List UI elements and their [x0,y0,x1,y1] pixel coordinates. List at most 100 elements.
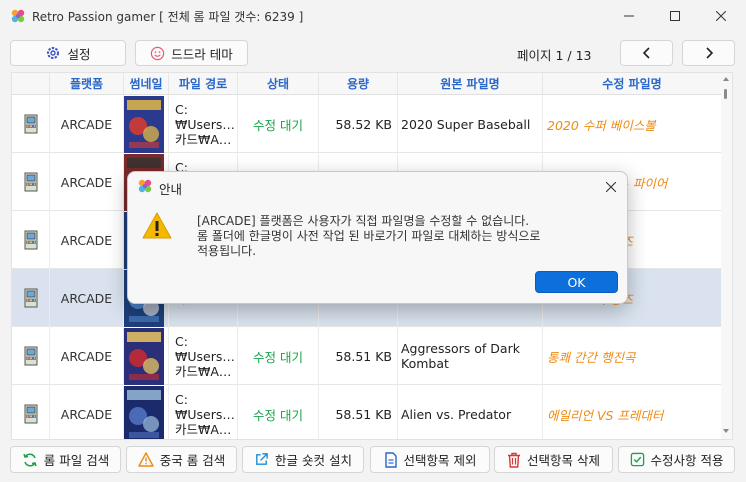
platform-text: ARCADE [60,406,113,422]
original-name-text: Alien vs. Predator [401,406,512,422]
table-cell[interactable]: ARCADE [50,95,124,153]
table-cell[interactable]: ARCADE [50,153,124,211]
chevron-left-icon [642,47,650,59]
theme-button[interactable]: 드드라 테마 [135,40,248,66]
china-rom-search-button[interactable]: 중국 롬 검색 [126,446,237,473]
col-header-modified-name[interactable]: 수정 파일명 [543,73,722,95]
close-icon [716,11,726,21]
table-cell[interactable] [124,95,169,153]
arcade-cabinet-icon [24,404,37,424]
platform-text: ARCADE [60,232,113,248]
delete-selected-button[interactable]: 선택항목 삭제 [494,446,613,473]
arcade-cabinet-icon [24,288,37,308]
table-cell[interactable]: 에일리언 VS 프레대터 [543,385,722,439]
original-name-text: 2020 Super Baseball [401,116,531,132]
rom-thumbnail [124,327,164,385]
table-cell[interactable] [12,327,50,385]
close-button[interactable] [698,0,744,32]
col-header-original-name[interactable]: 원본 파일명 [398,73,543,95]
dialog-message-line: 롬 폴더에 한글명이 사전 작업 된 바로가기 파일로 대체하는 방식으로 [197,229,541,243]
platform-text: ARCADE [60,116,113,132]
warning-icon [142,212,172,239]
path-line: C: [175,101,188,117]
col-header-thumbnail[interactable]: 썸네일 [124,73,169,95]
info-dialog[interactable]: 안내 [ARCADE] 플랫폼은 사용자가 직접 파일명을 수정할 수 없습니다… [127,171,628,304]
path-line: C: [175,391,188,407]
table-cell[interactable] [12,385,50,439]
scroll-up-arrow-icon[interactable] [723,77,729,81]
table-cell[interactable] [12,211,50,269]
maximize-icon [670,11,680,21]
table-cell[interactable]: 통쾌 간간 행진곡 [543,327,722,385]
rom-search-button[interactable]: 롬 파일 검색 [10,446,121,473]
status-text: 수정 대기 [253,349,303,365]
table-cell[interactable]: 58.51 KB [319,327,398,385]
modified-name-text: 통쾌 간간 행진곡 [547,349,636,365]
delete-selected-label: 선택항목 삭제 [527,453,600,468]
table-cell[interactable]: 58.52 KB [319,95,398,153]
rom-search-label: 롬 파일 검색 [43,453,110,468]
path-line: ₩Users… [175,348,235,364]
table-cell[interactable]: ARCADE [50,327,124,385]
warning-triangle-icon [138,452,154,467]
rom-thumbnail [124,95,164,153]
smiley-icon [151,46,165,60]
settings-label: 설정 [67,46,91,62]
next-page-button[interactable] [682,40,735,66]
table-cell[interactable]: Aggressors of Dark Kombat [398,327,543,385]
table-cell[interactable]: ARCADE [50,211,124,269]
app-logo-icon [138,179,152,193]
path-line: 카드₩A… [175,363,232,379]
path-line: ₩Users… [175,406,235,422]
table-cell[interactable]: C: ₩Users… 카드₩A… [169,95,238,153]
table-row[interactable]: ARCADE C: ₩Users… 카드₩A… 수정 대기 58.52 KB 2020… [12,95,722,153]
scroll-thumb[interactable] [724,89,727,99]
col-header-status[interactable]: 상태 [238,73,319,95]
dialog-message: [ARCADE] 플랫폼은 사용자가 직접 파일명을 수정할 수 없습니다. 롬… [197,214,540,259]
gear-icon [47,47,60,59]
col-header-path[interactable]: 파일 경로 [169,73,238,95]
table-cell[interactable]: ARCADE [50,269,124,327]
table-cell[interactable] [124,327,169,385]
table-cell[interactable]: 수정 대기 [238,385,319,439]
table-cell[interactable] [12,95,50,153]
app-logo-icon [11,9,25,23]
vertical-scrollbar[interactable] [721,73,732,439]
size-text: 58.51 KB [335,406,392,422]
path-line: 카드₩A… [175,421,232,437]
col-header-icon[interactable] [12,73,50,95]
dialog-message-line: 적용됩니다. [197,244,257,258]
table-cell[interactable]: ARCADE [50,385,124,439]
prev-page-button[interactable] [620,40,673,66]
apply-changes-button[interactable]: 수정사항 적용 [618,446,735,473]
exclude-selected-button[interactable]: 선택항목 제외 [370,446,490,473]
dialog-close-button[interactable] [602,178,620,196]
col-header-platform[interactable]: 플랫폼 [50,73,124,95]
settings-button[interactable]: 설정 [10,40,126,66]
theme-label: 드드라 테마 [171,46,233,62]
table-row[interactable]: ARCADE C: ₩Users… 카드₩A… 수정 대기 58.51 KB Alie… [12,385,722,439]
table-cell[interactable]: 수정 대기 [238,95,319,153]
table-cell[interactable]: Alien vs. Predator [398,385,543,439]
table-cell[interactable]: 2020 수퍼 베이스볼 [543,95,722,153]
minimize-button[interactable] [606,0,652,32]
table-cell[interactable]: 수정 대기 [238,327,319,385]
scroll-down-arrow-icon[interactable] [723,429,729,433]
table-cell[interactable] [124,385,169,439]
table-cell[interactable]: 58.51 KB [319,385,398,439]
size-text: 58.51 KB [335,348,392,364]
ok-button[interactable]: OK [535,271,618,293]
dialog-message-line: [ARCADE] 플랫폼은 사용자가 직접 파일명을 수정할 수 없습니다. [197,214,530,228]
shortcut-install-button[interactable]: 한글 숏컷 설치 [242,446,364,473]
trash-icon [508,452,520,468]
table-cell[interactable]: C: ₩Users… 카드₩A… [169,385,238,439]
col-header-size[interactable]: 용량 [319,73,398,95]
table-cell[interactable]: C: ₩Users… 카드₩A… [169,327,238,385]
path-line: 카드₩A… [175,131,232,147]
table-cell[interactable] [12,153,50,211]
table-row[interactable]: ARCADE C: ₩Users… 카드₩A… 수정 대기 58.51 KB Aggr… [12,327,722,385]
table-cell[interactable]: 2020 Super Baseball [398,95,543,153]
table-cell[interactable] [12,269,50,327]
maximize-button[interactable] [652,0,698,32]
title-bar: Retro Passion gamer [ 전체 롬 파일 갯수: 6239 ] [0,0,746,32]
